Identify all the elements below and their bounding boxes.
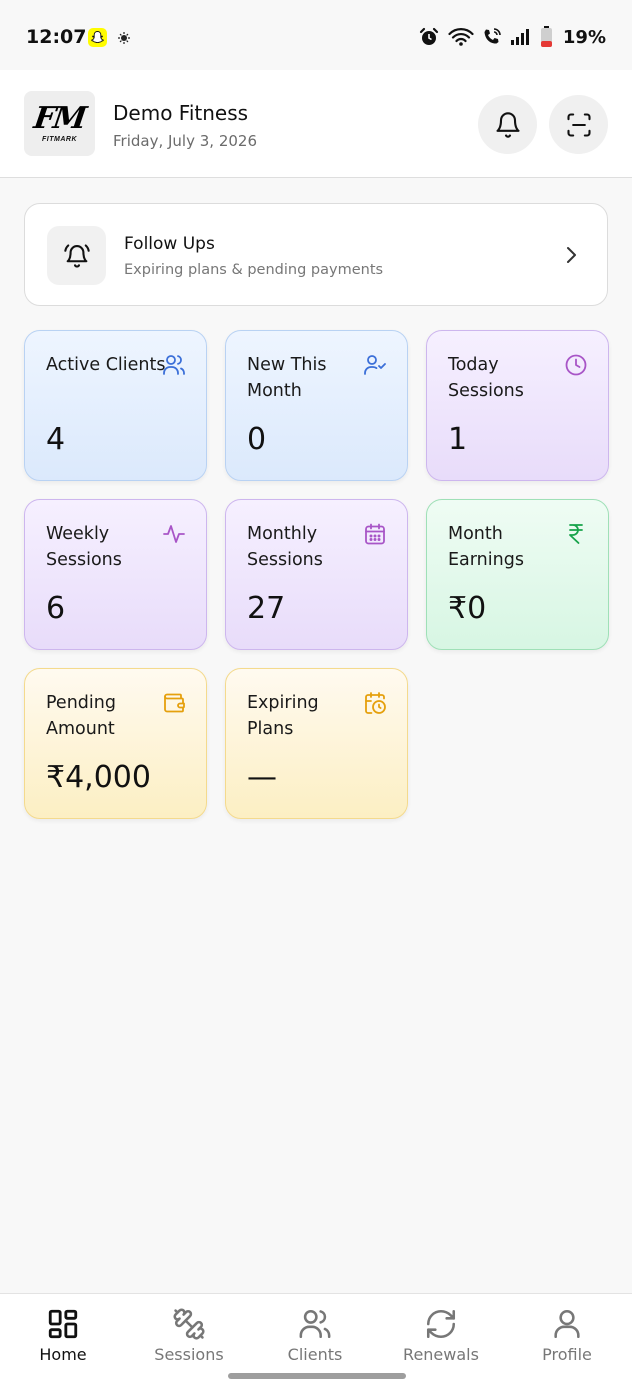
follow-ups-card[interactable]: Follow Ups Expiring plans & pending paym… bbox=[24, 203, 608, 306]
users-icon bbox=[163, 355, 185, 375]
stat-label: Weekly Sessions bbox=[46, 524, 122, 570]
nav-label: Home bbox=[39, 1345, 87, 1364]
stat-card-pending-amount[interactable]: Pending Amount ₹4,000 bbox=[24, 668, 207, 819]
rupee-icon bbox=[569, 524, 583, 544]
refresh-icon bbox=[426, 1309, 456, 1339]
stat-value: 27 bbox=[247, 591, 286, 626]
stat-value: ₹4,000 bbox=[46, 760, 151, 795]
stat-card-weekly-sessions[interactable]: Weekly Sessions 6 bbox=[24, 499, 207, 650]
stat-label: Expiring Plans bbox=[247, 693, 319, 739]
wifi-icon bbox=[448, 28, 474, 46]
follow-ups-title: Follow Ups bbox=[124, 234, 215, 254]
signal-icon bbox=[510, 29, 529, 45]
user-icon bbox=[554, 1309, 580, 1339]
calendar-icon bbox=[365, 523, 385, 545]
status-bar: 12:07 19% bbox=[0, 0, 632, 70]
nav-home[interactable]: Home bbox=[0, 1294, 126, 1374]
battery-percent: 19% bbox=[562, 26, 606, 48]
ghost-icon bbox=[118, 32, 130, 44]
bell-icon bbox=[495, 111, 520, 138]
stat-card-active-clients[interactable]: Active Clients 4 bbox=[24, 330, 207, 481]
current-date: Friday, July 3, 2026 bbox=[113, 132, 257, 150]
users-icon bbox=[299, 1309, 331, 1339]
home-grid-icon bbox=[48, 1309, 78, 1339]
chevron-right-icon bbox=[567, 247, 576, 263]
notifications-button[interactable] bbox=[478, 95, 537, 154]
stat-label: Monthly Sessions bbox=[247, 524, 323, 570]
stat-value: 6 bbox=[46, 591, 66, 626]
nav-label: Clients bbox=[287, 1345, 343, 1364]
fitmark-logo: FM FITMARK bbox=[24, 91, 95, 156]
gym-name: Demo Fitness bbox=[113, 101, 249, 125]
activity-icon bbox=[163, 525, 185, 543]
stat-card-expiring-plans[interactable]: Expiring Plans — bbox=[225, 668, 408, 819]
alarm-icon bbox=[419, 27, 439, 45]
battery-icon bbox=[540, 26, 552, 47]
stat-card-monthly-sessions[interactable]: Monthly Sessions 27 bbox=[225, 499, 408, 650]
app-header: FM FITMARK Demo Fitness Friday, July 3, … bbox=[0, 70, 632, 178]
stat-label: New This Month bbox=[247, 355, 327, 401]
nav-label: Renewals bbox=[403, 1345, 479, 1364]
stat-label: Month Earnings bbox=[448, 524, 524, 570]
stat-value: — bbox=[247, 760, 277, 795]
status-time: 12:07 bbox=[26, 26, 87, 48]
nav-label: Profile bbox=[542, 1345, 592, 1364]
gesture-home-indicator[interactable] bbox=[228, 1373, 406, 1379]
dumbbell-icon bbox=[173, 1308, 205, 1340]
calendar-clock-icon bbox=[365, 692, 386, 714]
stat-card-new-this-month[interactable]: New This Month 0 bbox=[225, 330, 408, 481]
scan-icon bbox=[566, 112, 591, 137]
scan-button[interactable] bbox=[549, 95, 608, 154]
stat-value: 4 bbox=[46, 422, 66, 457]
stat-value: 1 bbox=[448, 422, 468, 457]
nav-profile[interactable]: Profile bbox=[504, 1294, 630, 1374]
nav-label: Sessions bbox=[154, 1345, 224, 1364]
nav-renewals[interactable]: Renewals bbox=[378, 1294, 504, 1374]
snapchat-icon bbox=[88, 28, 107, 47]
wifi-calling-icon bbox=[484, 28, 501, 44]
status-icons: 19% bbox=[418, 26, 606, 48]
alarm-bell-icon bbox=[63, 243, 90, 268]
stat-label: Today Sessions bbox=[448, 355, 524, 401]
logo-text: FITMARK bbox=[42, 136, 77, 143]
stat-card-today-sessions[interactable]: Today Sessions 1 bbox=[426, 330, 609, 481]
nav-sessions[interactable]: Sessions bbox=[126, 1294, 252, 1374]
logo-mark: FM bbox=[31, 101, 88, 136]
stat-value: ₹0 bbox=[448, 591, 487, 626]
user-check-icon bbox=[364, 355, 386, 375]
wallet-icon bbox=[164, 693, 185, 713]
bottom-navigation: Home Sessions Clients Renewals Profile bbox=[0, 1293, 632, 1390]
stat-label: Active Clients bbox=[46, 355, 166, 375]
nav-clients[interactable]: Clients bbox=[252, 1294, 378, 1374]
follow-ups-subtitle: Expiring plans & pending payments bbox=[124, 262, 384, 278]
stat-value: 0 bbox=[247, 422, 267, 457]
follow-ups-icon-box bbox=[47, 226, 106, 285]
stat-label: Pending Amount bbox=[46, 693, 116, 739]
stat-card-month-earnings[interactable]: Month Earnings ₹0 bbox=[426, 499, 609, 650]
clock-icon bbox=[565, 354, 587, 376]
